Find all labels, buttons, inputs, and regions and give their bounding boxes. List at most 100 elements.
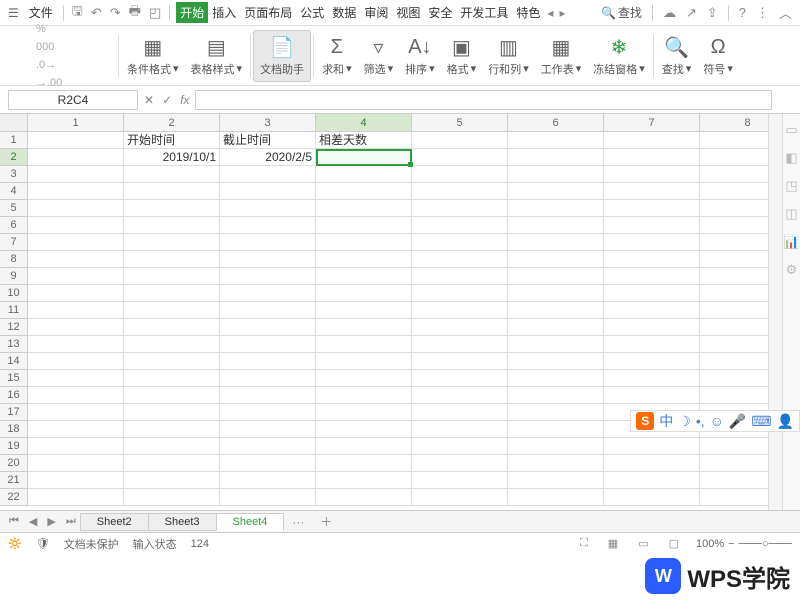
cell[interactable] [412, 421, 508, 438]
row-header[interactable]: 1 [0, 132, 28, 149]
cell[interactable] [124, 319, 220, 336]
cell[interactable] [124, 285, 220, 302]
cell[interactable] [316, 149, 412, 166]
settings-icon[interactable]: ⚙ [786, 262, 798, 278]
cell[interactable] [316, 285, 412, 302]
cell[interactable] [508, 438, 604, 455]
cell[interactable]: 2020/2/5 [220, 149, 316, 166]
cell[interactable] [604, 370, 700, 387]
cell[interactable] [604, 319, 700, 336]
cell[interactable] [412, 438, 508, 455]
cell[interactable] [220, 455, 316, 472]
cell[interactable] [220, 251, 316, 268]
cell[interactable] [124, 421, 220, 438]
name-box[interactable]: R2C4 [8, 90, 138, 110]
cell[interactable] [508, 336, 604, 353]
more-icon[interactable]: ⋮ [752, 5, 773, 21]
export-icon[interactable]: ⇪ [703, 5, 722, 21]
cell[interactable] [412, 234, 508, 251]
cell[interactable] [508, 302, 604, 319]
symbol-button[interactable]: Ω 符号 ▾ [697, 30, 739, 82]
zoom-out-icon[interactable]: − [728, 538, 734, 550]
col-header[interactable]: 3 [220, 114, 316, 132]
sheet-tab[interactable]: Sheet3 [148, 513, 217, 531]
cell[interactable] [412, 319, 508, 336]
cell[interactable] [412, 200, 508, 217]
cell[interactable] [412, 455, 508, 472]
cell[interactable]: 截止时间 [220, 132, 316, 149]
cell[interactable] [220, 319, 316, 336]
cell[interactable] [28, 336, 124, 353]
cell[interactable] [412, 166, 508, 183]
cell[interactable] [412, 217, 508, 234]
collapse-icon[interactable]: ︿ [775, 3, 796, 22]
cells[interactable]: 开始时间截止时间相差天数2019/10/12020/2/5 [28, 132, 796, 506]
comma-icon[interactable]: 000 [36, 38, 86, 56]
cell[interactable] [124, 200, 220, 217]
cell[interactable] [28, 404, 124, 421]
select-all-corner[interactable] [0, 114, 28, 132]
cell[interactable] [508, 353, 604, 370]
cell[interactable] [316, 183, 412, 200]
ime-punct-icon[interactable]: •, [696, 413, 705, 429]
cell[interactable]: 相差天数 [316, 132, 412, 149]
cell[interactable] [124, 302, 220, 319]
row-header[interactable]: 21 [0, 472, 28, 489]
property-icon[interactable]: ◧ [785, 150, 797, 166]
cell[interactable] [508, 319, 604, 336]
row-header[interactable]: 8 [0, 251, 28, 268]
cell[interactable] [316, 268, 412, 285]
tab-special[interactable]: 特色 [512, 2, 544, 23]
cell[interactable] [316, 166, 412, 183]
protect-icon[interactable]: 🛡 [36, 537, 50, 550]
cell[interactable] [220, 472, 316, 489]
row-header[interactable]: 13 [0, 336, 28, 353]
cell[interactable] [220, 302, 316, 319]
next-sheet-icon[interactable]: ▶ [42, 515, 60, 528]
conditional-format-button[interactable]: ▦ 条件格式 ▾ [121, 30, 185, 82]
cell[interactable] [508, 166, 604, 183]
cell[interactable] [124, 387, 220, 404]
tab-insert[interactable]: 插入 [208, 2, 240, 23]
cell[interactable] [508, 132, 604, 149]
reading-view-icon[interactable]: ▢ [666, 537, 682, 550]
zoom-slider[interactable]: ───○─── [739, 538, 792, 550]
normal-view-icon[interactable]: ▦ [605, 537, 621, 550]
cell[interactable] [124, 251, 220, 268]
col-header[interactable]: 1 [28, 114, 124, 132]
cell[interactable] [508, 217, 604, 234]
rowcol-button[interactable]: ▥ 行和列 ▾ [482, 30, 535, 82]
cell[interactable] [316, 319, 412, 336]
row-header[interactable]: 4 [0, 183, 28, 200]
cell[interactable] [220, 234, 316, 251]
cell[interactable] [28, 489, 124, 506]
cell[interactable] [220, 336, 316, 353]
row-header[interactable]: 15 [0, 370, 28, 387]
cell[interactable] [412, 183, 508, 200]
filter-button[interactable]: ▿ 筛选 ▾ [358, 30, 400, 82]
col-header[interactable]: 5 [412, 114, 508, 132]
page-view-icon[interactable]: ▭ [635, 537, 651, 550]
cell[interactable] [124, 268, 220, 285]
cell[interactable] [316, 455, 412, 472]
backup-icon[interactable]: ◳ [785, 178, 797, 194]
cell[interactable] [508, 285, 604, 302]
cell[interactable] [412, 285, 508, 302]
cell[interactable] [316, 421, 412, 438]
cell[interactable] [124, 336, 220, 353]
cell[interactable] [316, 234, 412, 251]
cell[interactable] [220, 387, 316, 404]
cell[interactable] [124, 234, 220, 251]
worksheet-button[interactable]: ▦ 工作表 ▾ [535, 30, 588, 82]
row-header[interactable]: 16 [0, 387, 28, 404]
row-header[interactable]: 6 [0, 217, 28, 234]
cell[interactable] [412, 268, 508, 285]
cell[interactable] [28, 268, 124, 285]
print-icon[interactable]: 🖶 [125, 2, 145, 24]
tab-view[interactable]: 视图 [392, 2, 424, 23]
cell[interactable] [28, 200, 124, 217]
cell[interactable] [604, 438, 700, 455]
cell[interactable] [508, 149, 604, 166]
cell[interactable] [412, 132, 508, 149]
cell[interactable] [220, 217, 316, 234]
